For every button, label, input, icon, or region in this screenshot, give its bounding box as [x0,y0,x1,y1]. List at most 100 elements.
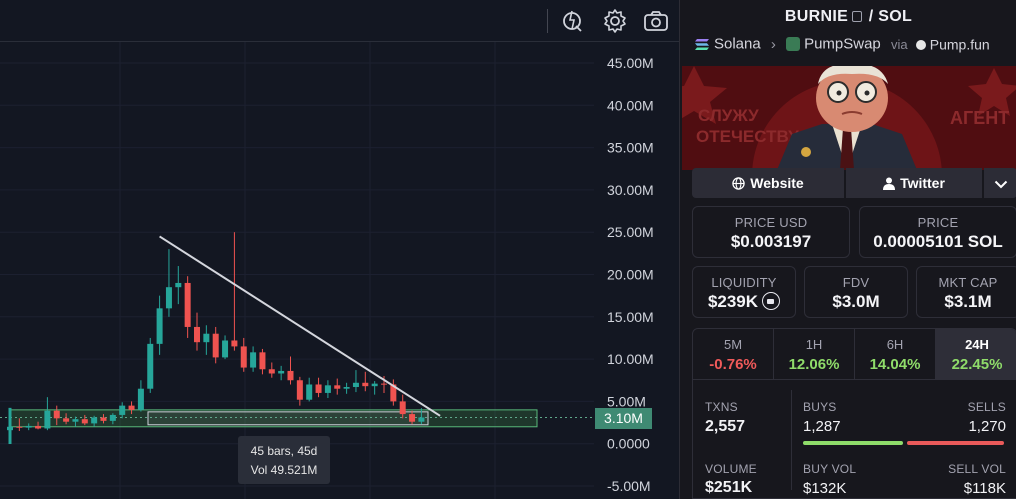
twitter-label: Twitter [900,175,945,191]
camera-icon[interactable] [643,8,669,34]
candle [165,287,172,309]
liquidity-box: LIQUIDITY $239K [692,266,796,318]
price-axis-label: 40.00M [607,97,654,113]
candle [240,346,247,368]
measure-box [147,411,429,426]
price-axis-label: 20.00M [607,267,654,283]
website-button[interactable]: Website [692,168,844,198]
candle [399,401,406,415]
market-cap-box: MKT CAP $3.1M [916,266,1016,318]
candles [7,232,425,434]
lock-icon[interactable] [762,292,781,310]
candle [315,384,322,393]
candle [278,370,285,374]
launchpad-link[interactable]: Pump.fun [915,35,990,53]
candlestick-chart[interactable]: 45.00M 40.00M 35.00M 30.00M 25.00M 20.00M 15.0… [0,0,679,499]
candle [35,425,42,429]
price-axis-label: 35.00M [607,140,654,156]
price-axis-label: 15.00M [607,309,654,325]
svg-text:СЛУЖУ: СЛУЖУ [698,106,759,125]
tab-24h[interactable]: 24H 22.45% [936,329,1016,379]
buys-value: 1,287 [803,418,841,435]
twitter-button[interactable]: Twitter [846,168,982,198]
buys-ratio-bar [803,441,903,445]
candle [119,405,126,415]
user-icon [883,177,896,190]
candle [352,382,359,388]
candle [147,343,154,389]
more-links-button[interactable] [984,168,1016,198]
candle [175,282,182,288]
candle [44,410,51,429]
price-native-box: PRICE 0.00005101 SOL [859,206,1016,258]
chain-name: Solana [714,35,761,53]
launchpad-name: Pump.fun [929,36,990,53]
globe-icon [732,177,746,190]
gridlines [0,42,594,499]
solana-logo-icon [695,38,709,50]
liquidity-value: $239K [707,292,759,311]
pair-separator: / [868,8,874,25]
fdv-box: FDV $3.0M [804,266,908,318]
price-usd-label: PRICE USD [734,215,808,230]
candle [409,414,416,422]
tab-1h-label: 1H [805,337,823,352]
candle [231,340,238,347]
candle [53,410,60,419]
candle [72,419,79,422]
candle [81,419,88,424]
tab-24h-change: 22.45% [951,356,1003,373]
candle [128,405,135,410]
token-banner-image: СЛУЖУ ОТЕЧЕСТВУ АГЕНТ [682,66,1016,170]
candle [137,388,144,410]
gear-icon[interactable] [602,8,628,34]
candle [25,425,32,428]
price-axis-label: 5.00M [607,393,646,409]
price-axis-label: 0.0000 [607,436,650,452]
range-volume-text: Vol 49.521M [250,463,318,477]
base-token-symbol: BURNIE [784,8,849,25]
price-axis-label: 10.00M [607,351,654,367]
market-cap-label: MKT CAP [938,275,998,290]
candle [100,417,107,421]
liquidity-label: LIQUIDITY [711,275,777,290]
fdv-label: FDV [842,275,870,290]
tab-6h[interactable]: 6H 14.04% [855,329,936,379]
price-native-label: PRICE [917,215,959,230]
candle [381,383,387,385]
candle [250,352,257,368]
candle [91,417,98,424]
price-native-value: 0.00005101 SOL [873,232,1003,251]
toolbar-divider [547,9,548,33]
price-chart-pane[interactable]: 45.00M 40.00M 35.00M 30.00M 25.00M 20.00M 15.0… [0,0,679,499]
price-axis-label: -5.00M [607,478,651,494]
candle [109,414,116,421]
buy-volume-label: BUY VOL [803,462,857,476]
candle [16,426,23,428]
txns-value: 2,557 [705,418,746,435]
txn-divider [791,390,792,490]
transactions-panel: TXNS 2,557 BUYS 1,287 SELLS 1,270 VOLUME… [692,380,1016,499]
sell-volume-label: SELL VOL [948,462,1006,476]
tab-1h[interactable]: 1H 12.06% [774,329,855,379]
dex-link[interactable]: PumpSwap [786,35,885,53]
price-axis-label: 45.00M [607,55,654,71]
tab-5m[interactable]: 5M -0.76% [693,329,774,379]
svg-text:ОТЕЧЕСТВУ: ОТЕЧЕСТВУ [696,127,799,146]
candle [259,352,266,370]
sell-volume-value: $118K [963,480,1006,497]
solana-chain-link[interactable]: Solana [694,35,765,53]
candle [203,333,210,343]
candle [184,282,191,327]
candle [222,340,229,358]
current-price-tag: 3.10M [595,408,652,429]
svg-text:АГЕНТ: АГЕНТ [950,108,1009,128]
txns-label: TXNS [705,400,738,414]
fdv-value: $3.0M [832,292,880,311]
alert-icon[interactable] [559,8,585,34]
sells-value: 1,270 [968,418,1006,435]
candle [287,370,294,381]
candle [268,369,275,374]
tab-6h-label: 6H [886,337,904,352]
copy-icon[interactable] [852,11,863,22]
